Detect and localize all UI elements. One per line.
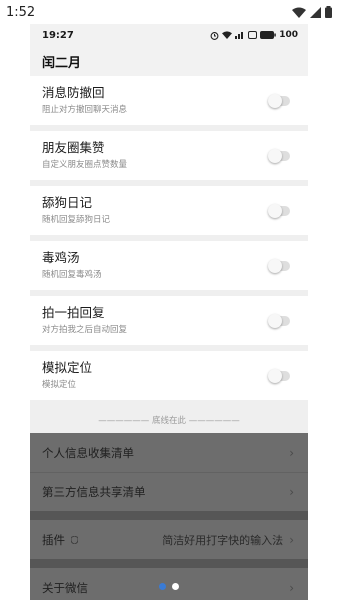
pager-dot-inactive[interactable] — [172, 583, 179, 590]
chevron-right-icon: › — [289, 532, 294, 547]
setting-title: 拍一拍回复 — [42, 305, 105, 320]
hd-icon — [248, 31, 258, 39]
page-title: 闰二月 — [42, 55, 82, 71]
menu-label: 插件 — [42, 532, 65, 547]
setting-desc: 随机回复毒鸡汤 — [42, 270, 102, 280]
divider — [30, 559, 308, 568]
divider — [30, 511, 308, 520]
setting-poison-soup[interactable]: 毒鸡汤 随机回复毒鸡汤 — [30, 241, 308, 290]
pager-dot-active[interactable] — [159, 583, 166, 590]
moments-likes-toggle[interactable] — [268, 148, 290, 163]
setting-desc: 随机回复舔狗日记 — [42, 215, 111, 225]
chevron-right-icon: › — [289, 485, 294, 499]
setting-title: 毒鸡汤 — [42, 250, 80, 265]
fake-location-toggle[interactable] — [268, 368, 290, 383]
inner-status-bar: 19:27 100 — [30, 24, 308, 46]
battery-level: 100 — [279, 30, 298, 40]
setting-desc: 对方拍我之后自动回复 — [42, 325, 128, 335]
inner-status-icons: 100 — [210, 30, 298, 40]
dog-diary-toggle[interactable] — [268, 203, 290, 218]
menu-label: 第三方信息共享清单 — [42, 485, 146, 499]
pat-reply-toggle[interactable] — [268, 313, 290, 328]
system-status-bar: 1:52 — [0, 0, 338, 24]
carousel-pager — [0, 583, 338, 590]
battery-icon — [325, 6, 332, 18]
menu-label: 个人信息收集清单 — [42, 445, 134, 460]
setting-title: 模拟定位 — [42, 360, 93, 375]
setting-pat-reply[interactable]: 拍一拍回复 对方拍我之后自动回复 — [30, 296, 308, 345]
alarm-icon — [210, 31, 219, 40]
inner-time: 19:27 — [42, 29, 74, 41]
menu-third-party-list[interactable]: 第三方信息共享清单 › — [30, 472, 308, 511]
plugin-value: 简洁好用打字快的输入法 — [162, 533, 284, 547]
menu-plugins[interactable]: 插件 简洁好用打字快的输入法 › — [30, 520, 308, 559]
app-screenshot: 19:27 100 闰二月 消息防撤回 阻止对方撤回聊天消息 朋友圈集赞 自定义… — [30, 24, 308, 600]
setting-fake-location[interactable]: 模拟定位 模拟定位 — [30, 351, 308, 400]
setting-dog-diary[interactable]: 舔狗日记 随机回复舔狗日记 — [30, 186, 308, 235]
wechat-settings-menu: 个人信息收集清单 › 第三方信息共享清单 › 插件 简洁好用打字快的输入法 › … — [30, 433, 308, 600]
setting-title: 舔狗日记 — [42, 195, 93, 210]
wifi-icon — [292, 7, 306, 18]
app-header: 闰二月 — [30, 46, 308, 76]
system-time: 1:52 — [6, 4, 36, 20]
setting-desc: 自定义朋友圈点赞数量 — [42, 160, 128, 170]
setting-title: 消息防撤回 — [42, 85, 105, 100]
setting-moments-likes[interactable]: 朋友圈集赞 自定义朋友圈点赞数量 — [30, 131, 308, 180]
signal-icon — [310, 6, 321, 18]
poison-soup-toggle[interactable] — [268, 258, 290, 273]
inner-wifi-icon — [222, 31, 233, 39]
anti-recall-toggle[interactable] — [268, 93, 290, 108]
setting-desc: 阻止对方撤回聊天消息 — [42, 105, 128, 115]
bottom-line-text: —————— 底线在此 —————— — [30, 406, 308, 433]
shield-icon — [71, 535, 78, 544]
system-icons — [292, 6, 332, 18]
menu-privacy-list[interactable]: 个人信息收集清单 › — [30, 433, 308, 472]
inner-battery-icon — [260, 31, 277, 39]
chevron-right-icon: › — [289, 445, 294, 460]
setting-anti-recall[interactable]: 消息防撤回 阻止对方撤回聊天消息 — [30, 76, 308, 125]
setting-desc: 模拟定位 — [42, 380, 77, 390]
setting-title: 朋友圈集赞 — [42, 140, 105, 155]
inner-signal-icon — [235, 32, 244, 39]
